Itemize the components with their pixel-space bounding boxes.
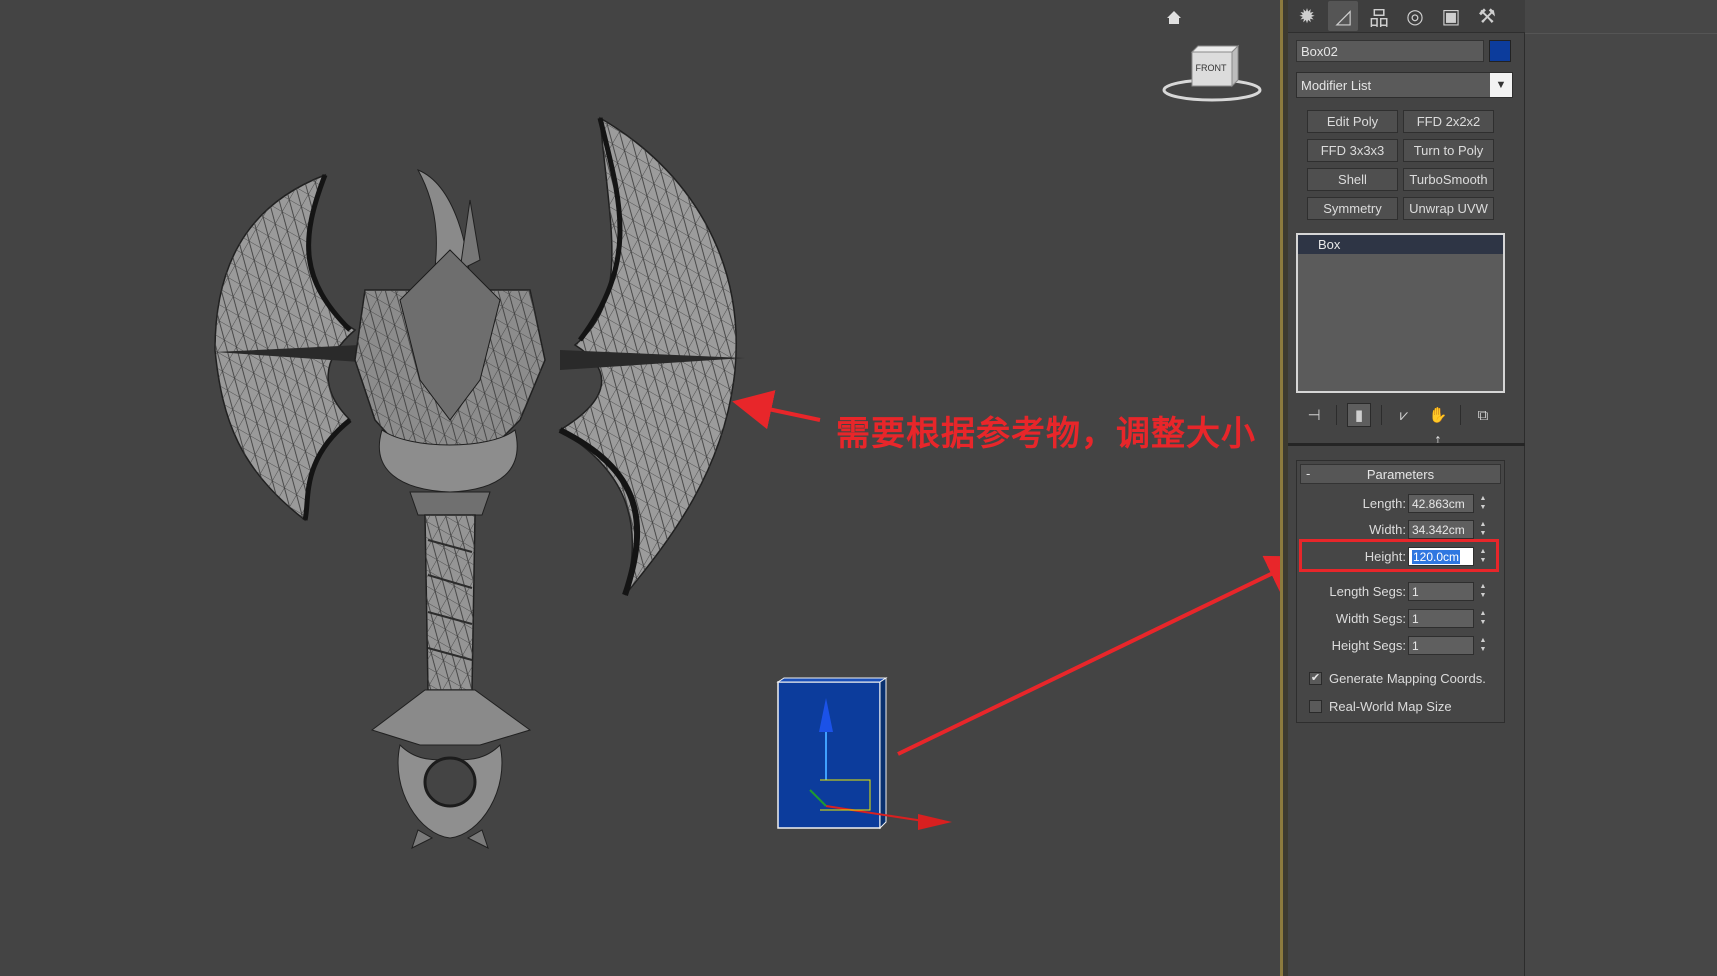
object-color-swatch[interactable]: [1489, 40, 1511, 62]
ffd-3x3x3-button[interactable]: FFD 3x3x3: [1307, 139, 1398, 162]
annotation-text: 需要根据参考物，调整大小: [836, 414, 1256, 454]
unwrap-uvw-button[interactable]: Unwrap UVW: [1403, 197, 1494, 220]
width-segs-input[interactable]: 1: [1408, 609, 1474, 628]
viewport-scene: [214, 11, 1280, 849]
viewcube-front-label: FRONT: [1195, 63, 1227, 73]
motion-tab-icon[interactable]: ◎: [1400, 1, 1430, 31]
remove-modifier-icon[interactable]: ✋: [1426, 403, 1450, 427]
annotation-arrow-height: [897, 555, 1280, 756]
length-row: Length: 42.863cm ▲ ▼: [1297, 493, 1506, 515]
length-segs-row: Length Segs: 1 ▲ ▼: [1297, 581, 1506, 603]
ffd-2x2x2-button[interactable]: FFD 2x2x2: [1403, 110, 1494, 133]
box02-object[interactable]: [776, 677, 952, 830]
viewport-divider[interactable]: [1280, 0, 1288, 976]
generate-mapping-label: Generate Mapping Coords.: [1329, 670, 1486, 686]
parameters-rollout-header[interactable]: - Parameters: [1300, 464, 1501, 484]
modifier-stack[interactable]: Box: [1296, 233, 1505, 393]
show-end-result-icon[interactable]: ▮: [1347, 403, 1371, 427]
width-input[interactable]: 34.342cm: [1408, 520, 1474, 539]
home-icon[interactable]: [1167, 11, 1181, 24]
parameters-title: Parameters: [1366, 467, 1435, 482]
edit-poly-button[interactable]: Edit Poly: [1307, 110, 1398, 133]
width-segs-spinner[interactable]: ▲ ▼: [1477, 609, 1489, 628]
toolbar-separator: [1336, 405, 1337, 425]
command-panel-tabs: ✹ ◿ 品 ◎ ▣ ⚒: [1288, 0, 1525, 33]
length-input[interactable]: 42.863cm: [1408, 494, 1474, 513]
real-world-map-checkbox[interactable]: [1309, 699, 1322, 713]
display-tab-icon[interactable]: ▣: [1436, 1, 1466, 31]
width-row: Width: 34.342cm ▲ ▼: [1297, 519, 1506, 541]
viewport-front[interactable]: FRONT 需要根据参考物，调整大小: [0, 0, 1280, 976]
annotation-arrow-axe: [732, 390, 821, 430]
length-label: Length:: [1362, 496, 1406, 511]
parameters-rollout: - Parameters Length: 42.863cm ▲ ▼ Width: …: [1296, 460, 1505, 723]
turn-to-poly-button[interactable]: Turn to Poly: [1403, 139, 1494, 162]
height-segs-input[interactable]: 1: [1408, 636, 1474, 655]
stack-toolbar: ⊣ ▮ ⩗ ✋ ⧉: [1296, 400, 1513, 430]
panel-divider[interactable]: [1288, 443, 1525, 446]
viewcube[interactable]: [1162, 44, 1262, 102]
right-panel-rule: [1525, 33, 1717, 34]
width-segs-row: Width Segs: 1 ▲ ▼: [1297, 608, 1506, 630]
length-segs-spinner[interactable]: ▲ ▼: [1477, 582, 1489, 601]
height-segs-label: Height Segs:: [1331, 638, 1406, 653]
toolbar-separator: [1460, 405, 1461, 425]
length-spinner[interactable]: ▲ ▼: [1477, 494, 1489, 513]
configure-modifier-sets-icon[interactable]: ⧉: [1471, 403, 1495, 427]
create-tab-icon[interactable]: ✹: [1292, 1, 1322, 31]
width-spinner[interactable]: ▲ ▼: [1477, 520, 1489, 539]
hierarchy-tab-icon[interactable]: 品: [1364, 1, 1394, 31]
stack-item-box[interactable]: Box: [1298, 235, 1503, 254]
right-empty-panel: [1525, 0, 1717, 976]
pin-stack-icon[interactable]: ⊣: [1302, 403, 1326, 427]
width-label: Width:: [1369, 522, 1406, 537]
turbosmooth-button[interactable]: TurboSmooth: [1403, 168, 1494, 191]
axe-model[interactable]: [214, 116, 745, 849]
chevron-down-icon[interactable]: ▼: [1490, 73, 1512, 97]
length-segs-label: Length Segs:: [1329, 584, 1406, 599]
modify-tab-icon[interactable]: ◿: [1328, 1, 1358, 31]
command-panel: ✹ ◿ 品 ◎ ▣ ⚒ Box02 Modifier List ▼ Edit P…: [1288, 0, 1525, 976]
make-unique-icon[interactable]: ⩗: [1392, 403, 1416, 427]
real-world-map-label: Real-World Map Size: [1329, 698, 1452, 714]
length-segs-input[interactable]: 1: [1408, 582, 1474, 601]
height-segs-spinner[interactable]: ▲ ▼: [1477, 636, 1489, 655]
width-segs-label: Width Segs:: [1335, 611, 1406, 626]
modifier-list-dropdown[interactable]: Modifier List ▼: [1296, 72, 1513, 98]
utilities-tab-icon[interactable]: ⚒: [1472, 1, 1502, 31]
toolbar-separator: [1381, 405, 1382, 425]
modifier-list-label: Modifier List: [1301, 78, 1372, 93]
height-segs-row: Height Segs: 1 ▲ ▼: [1297, 635, 1506, 657]
generate-mapping-checkbox[interactable]: ✔: [1309, 671, 1322, 685]
object-name-field[interactable]: Box02: [1296, 40, 1484, 62]
symmetry-button[interactable]: Symmetry: [1307, 197, 1398, 220]
modifier-buttons: Edit Poly FFD 2x2x2 FFD 3x3x3 Turn to Po…: [1307, 110, 1497, 220]
real-world-map-row: Real-World Map Size: [1309, 696, 1509, 716]
collapse-icon[interactable]: -: [1306, 466, 1310, 481]
shell-button[interactable]: Shell: [1307, 168, 1398, 191]
generate-mapping-row: ✔ Generate Mapping Coords.: [1309, 668, 1509, 688]
height-highlight-box: [1299, 539, 1499, 572]
resize-handle-icon[interactable]: ↕: [1434, 432, 1442, 450]
